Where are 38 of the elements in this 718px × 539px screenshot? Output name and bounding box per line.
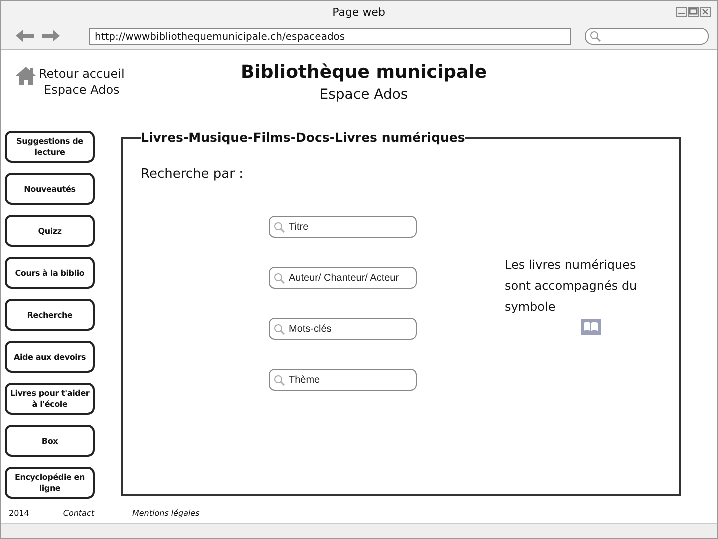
search-icon xyxy=(274,374,285,386)
sidebar-button[interactable]: Recherche xyxy=(5,299,95,331)
sidebar-button[interactable]: Aide aux devoirs xyxy=(5,341,95,373)
sidebar-button[interactable]: Box xyxy=(5,425,95,457)
home-link[interactable]: Retour accueil xyxy=(39,66,125,82)
search-icon xyxy=(274,324,285,334)
sidebar-button[interactable]: Quizz xyxy=(5,215,95,247)
close-icon[interactable] xyxy=(700,7,711,17)
sidebar-button[interactable]: Livres pour t'aider à l'école xyxy=(5,383,95,415)
sidebar-button[interactable]: Cours à la biblio xyxy=(5,257,95,289)
address-bar[interactable]: http://wwwbibliothequemunicipale.ch/espaceados xyxy=(89,28,571,44)
book-icon xyxy=(581,319,601,335)
minimize-icon[interactable] xyxy=(676,7,687,17)
window-title: Page web xyxy=(332,6,386,18)
search-heading: Recherche par : xyxy=(141,167,244,182)
footer-link[interactable]: Contact xyxy=(63,508,94,518)
house-icon[interactable] xyxy=(15,66,37,86)
search-icon xyxy=(274,272,285,284)
search-icon xyxy=(590,30,601,42)
sidebar-button[interactable]: Nouveautés xyxy=(5,173,95,205)
search-field[interactable]: Auteur/ Chanteur/ Acteur xyxy=(269,267,417,289)
home-link[interactable]: Espace Ados xyxy=(44,82,120,98)
maximize-icon[interactable] xyxy=(688,7,699,17)
footer-link[interactable]: Mentions légales xyxy=(132,508,200,518)
search-field[interactable]: Thème xyxy=(269,369,417,391)
sidebar-button[interactable]: Suggestions de lecture xyxy=(5,131,95,163)
back-arrow-icon[interactable] xyxy=(15,29,35,43)
browser-search-field[interactable] xyxy=(585,28,709,44)
note-text: Les livres numériques sont accompagnés du symbole xyxy=(505,257,638,316)
search-field[interactable]: Titre xyxy=(269,216,417,238)
site-subtitle: Espace Ados xyxy=(320,87,408,103)
footer-link[interactable]: 2014 xyxy=(9,508,30,518)
site-title: Bibliothèque municipale xyxy=(240,62,488,83)
sidebar-button[interactable]: Encyclopédie en ligne xyxy=(5,467,95,499)
forward-arrow-icon[interactable] xyxy=(41,29,61,43)
panel-legend: Livres-Musique-Films-Docs-Livres numériques xyxy=(141,130,466,145)
search-field[interactable]: Mots-clés xyxy=(269,318,417,340)
search-icon xyxy=(274,222,285,232)
